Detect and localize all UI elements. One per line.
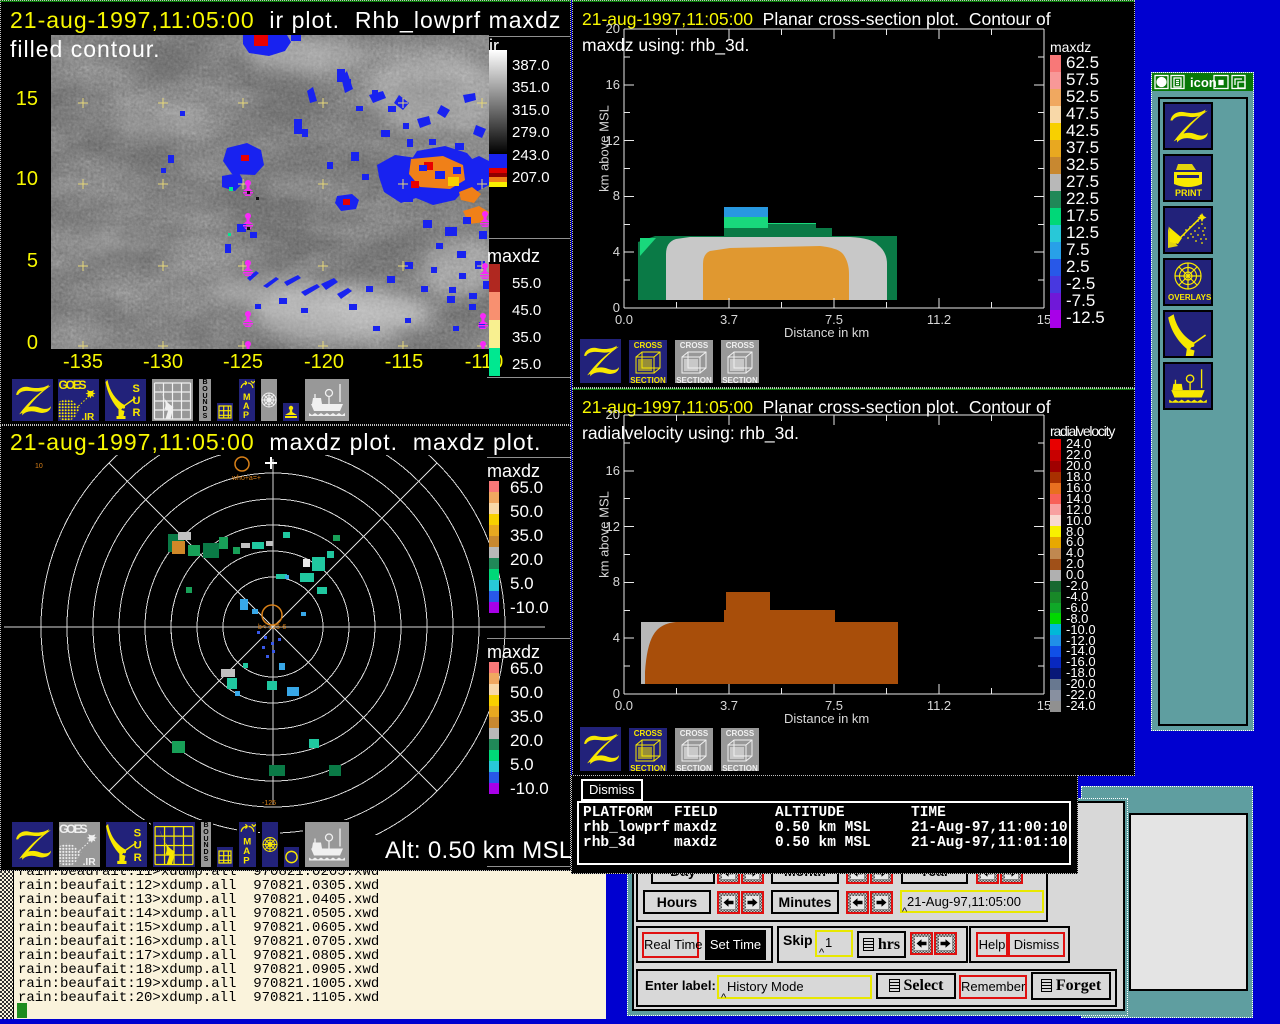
svg-text:S: S [133,383,140,395]
svg-text:S: S [134,827,142,839]
svg-text:OVERLAYS: OVERLAYS [1168,293,1211,302]
svg-text:U: U [133,395,141,407]
svg-text:GOES: GOES [59,822,88,836]
svg-text:.IR: .IR [83,857,97,867]
svg-text:who+a=+: who+a=+ [231,475,261,482]
svg-text:PRINT: PRINT [1175,188,1203,198]
svg-text:icon: icon [1190,75,1217,90]
svg-text:GOES: GOES [59,379,87,392]
svg-text:.IR: .IR [82,412,96,421]
svg-text:-125: -125 [262,800,276,807]
svg-text:b<-125-6: b<-125-6 [258,624,286,631]
svg-text:P: P [243,856,250,867]
svg-text:10: 10 [35,463,43,470]
svg-text:R: R [134,852,142,864]
svg-text:U: U [134,840,142,852]
svg-text:P: P [243,410,249,420]
svg-text:R: R [133,407,141,419]
